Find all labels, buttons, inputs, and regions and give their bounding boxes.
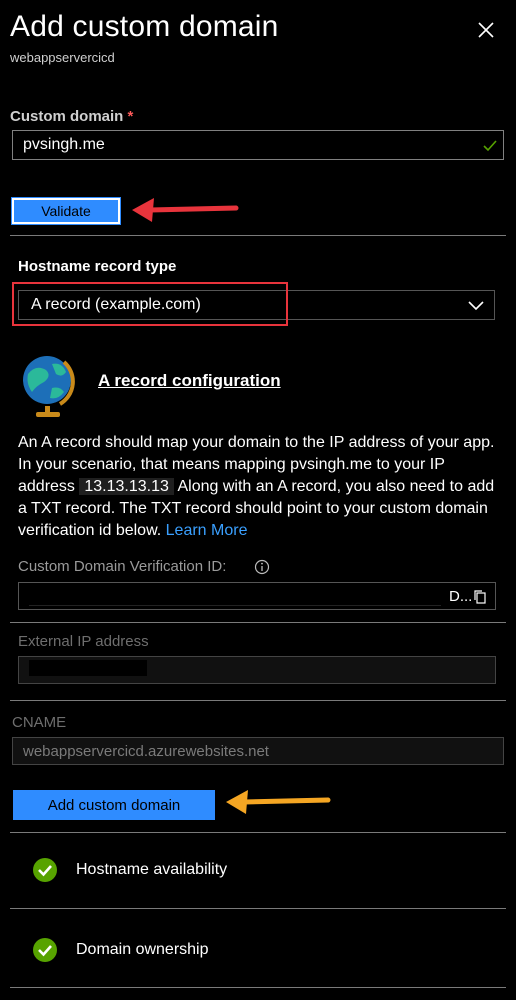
learn-more-link[interactable]: Learn More bbox=[166, 522, 248, 539]
ip-address-chip: 13.13.13.13 bbox=[79, 478, 174, 495]
domain-ownership-label: Domain ownership bbox=[76, 941, 209, 958]
validate-button[interactable]: Validate bbox=[11, 197, 121, 225]
add-custom-domain-button[interactable]: Add custom domain bbox=[13, 790, 215, 820]
required-mark: * bbox=[127, 108, 134, 125]
divider bbox=[10, 987, 506, 988]
redacted-value bbox=[29, 660, 147, 676]
verification-id-suffix: D... bbox=[449, 588, 473, 605]
success-check-icon bbox=[33, 858, 57, 882]
orange-arrow-annotation bbox=[226, 790, 331, 814]
record-type-label: Hostname record type bbox=[18, 258, 177, 275]
info-icon[interactable] bbox=[254, 559, 270, 575]
red-arrow-annotation bbox=[132, 198, 239, 222]
chevron-down-icon bbox=[468, 301, 484, 311]
globe-icon bbox=[23, 356, 75, 417]
custom-domain-label: Custom domain * bbox=[10, 108, 134, 125]
a-record-description: An A record should map your domain to th… bbox=[18, 434, 495, 539]
external-ip-label: External IP address bbox=[18, 633, 149, 650]
divider bbox=[10, 700, 506, 701]
a-record-heading: A record configuration bbox=[98, 371, 281, 390]
external-ip-field bbox=[18, 656, 496, 684]
custom-domain-value: pvsingh.me bbox=[23, 136, 105, 153]
cname-label: CNAME bbox=[12, 714, 67, 731]
custom-domain-input[interactable]: pvsingh.me bbox=[12, 130, 504, 160]
panel-title: Add custom domain bbox=[10, 10, 279, 43]
red-highlight-box bbox=[12, 282, 288, 326]
copy-icon[interactable] bbox=[473, 589, 487, 605]
close-icon[interactable] bbox=[474, 18, 498, 42]
panel-subtitle: webappservercicd bbox=[10, 50, 115, 65]
checkmark-icon bbox=[483, 140, 497, 152]
divider bbox=[10, 235, 506, 236]
redacted-value bbox=[29, 587, 441, 606]
hostname-availability-label: Hostname availability bbox=[76, 861, 228, 878]
divider bbox=[10, 622, 506, 623]
cname-field: webappservercicd.azurewebsites.net bbox=[12, 737, 504, 765]
verification-id-field[interactable]: D... bbox=[18, 582, 496, 610]
success-check-icon bbox=[33, 938, 57, 962]
divider bbox=[10, 908, 506, 909]
divider bbox=[10, 832, 506, 833]
verification-id-label: Custom Domain Verification ID: bbox=[18, 558, 227, 575]
cname-value: webappservercicd.azurewebsites.net bbox=[23, 742, 269, 760]
